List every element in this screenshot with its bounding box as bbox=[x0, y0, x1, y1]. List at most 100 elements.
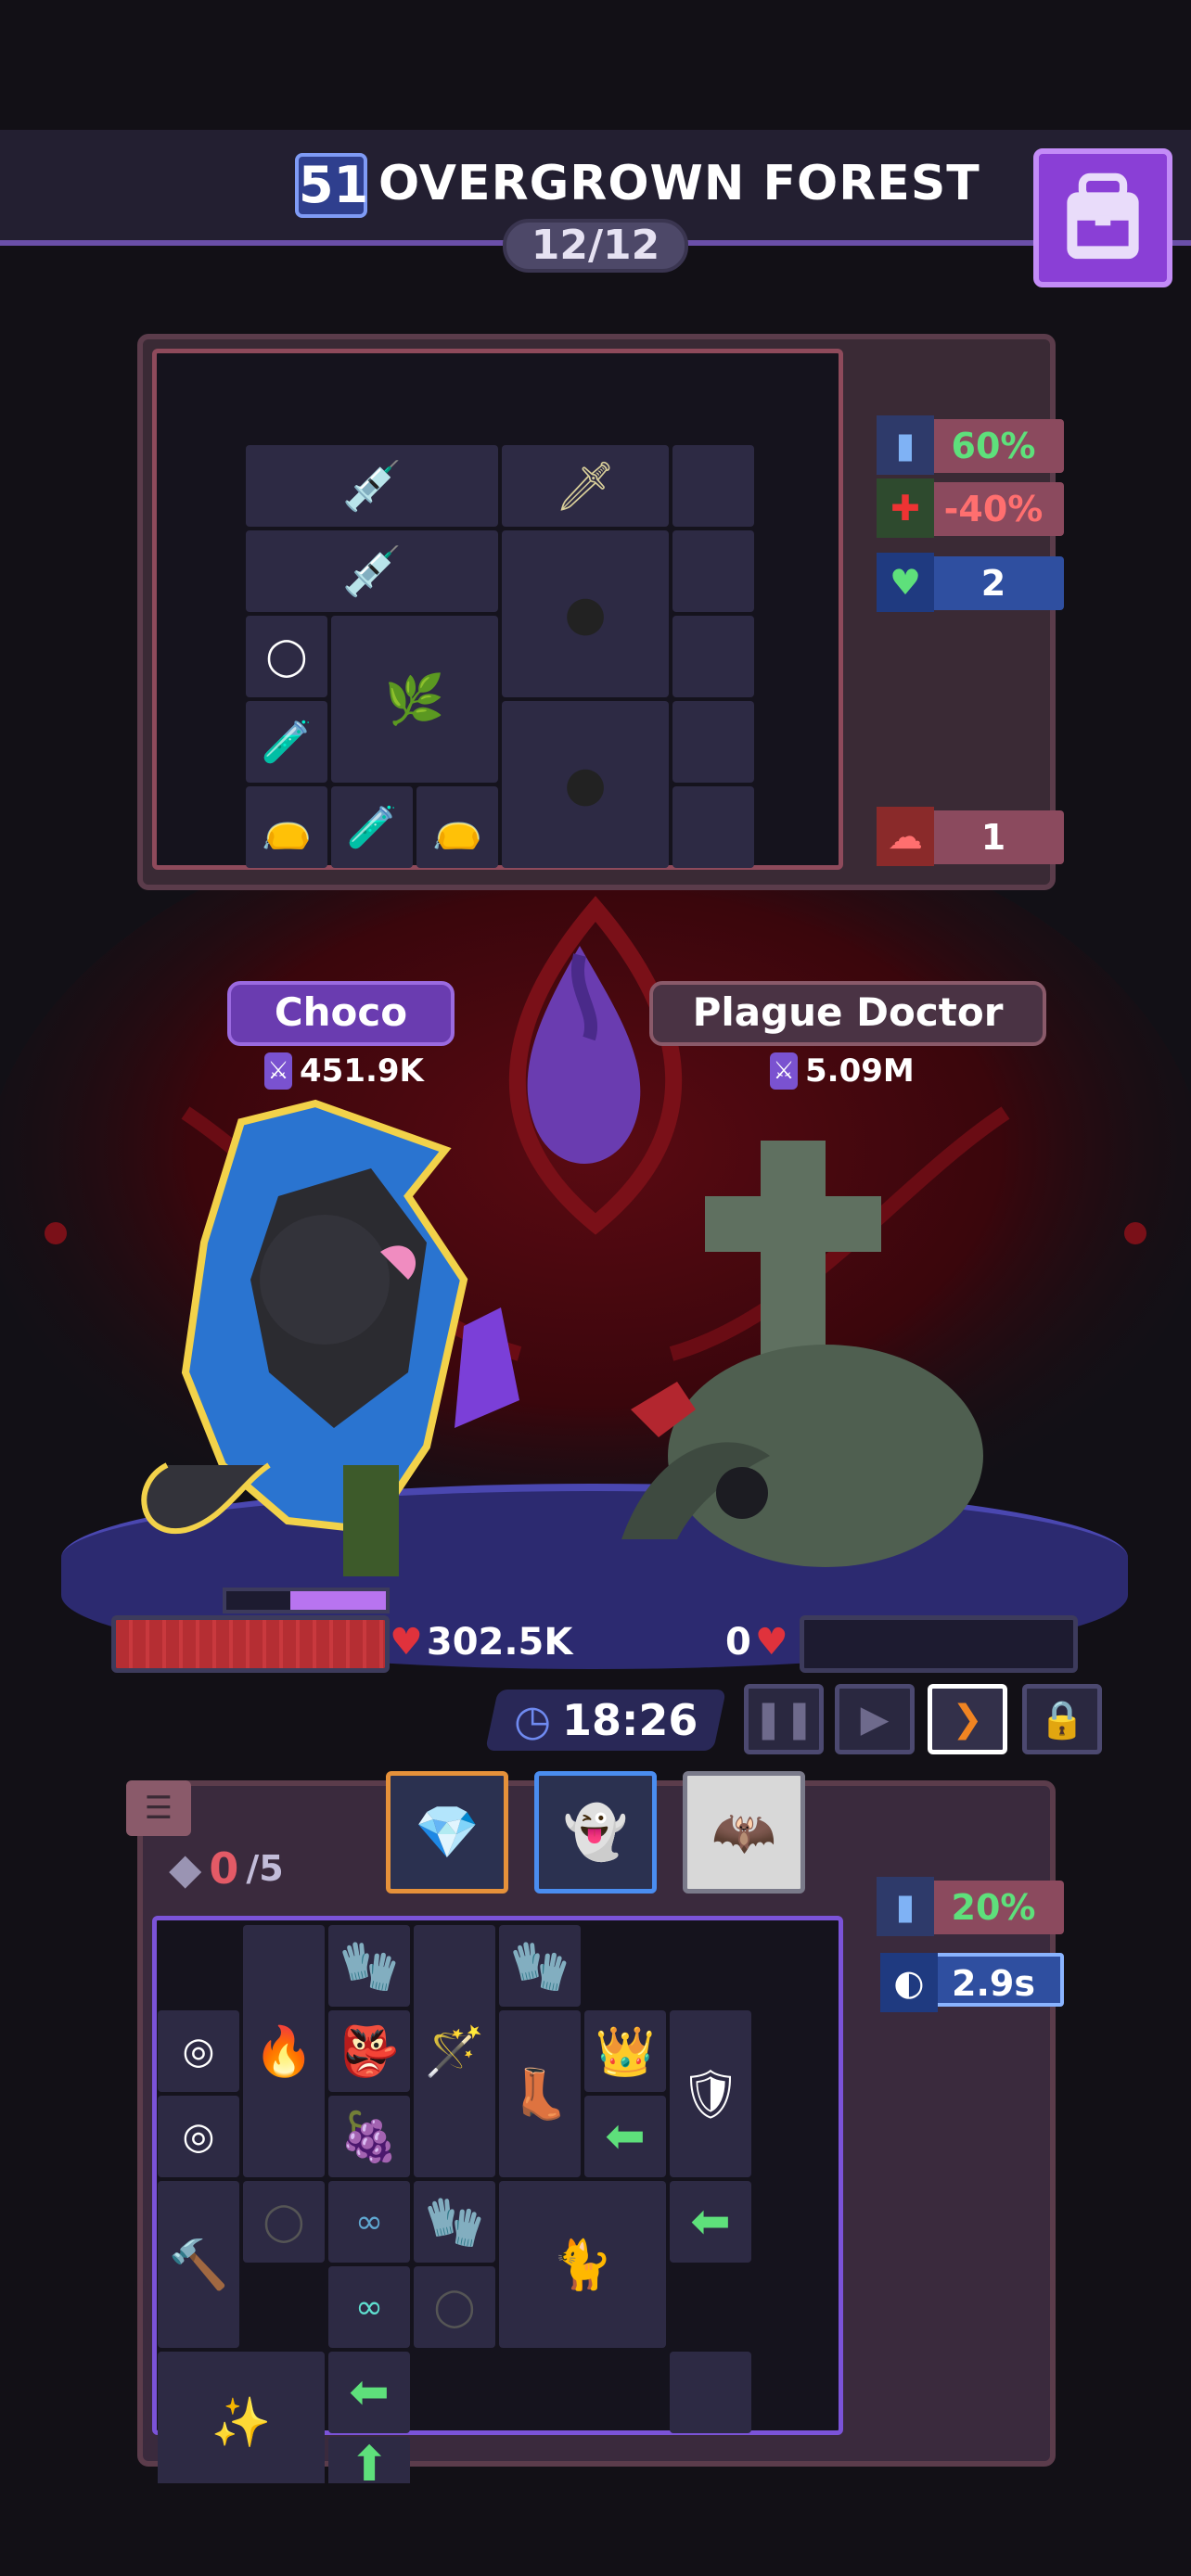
herb-jar-icon: 🌿 bbox=[331, 616, 498, 783]
inventory-slot bbox=[670, 2352, 751, 2433]
play-button[interactable]: ▶ bbox=[835, 1684, 915, 1754]
player-stat-attack-speed: ▮ 20% bbox=[877, 1877, 1064, 1936]
player-cat-wizard bbox=[141, 1099, 519, 1576]
sword-icon: ⚔ bbox=[264, 1052, 292, 1090]
fast-forward-button[interactable]: ❯ bbox=[928, 1684, 1007, 1754]
clock-icon: ◷ bbox=[513, 1695, 551, 1745]
shop-card-bat[interactable]: 🦇 bbox=[683, 1771, 805, 1894]
menu-icon[interactable]: ☰ bbox=[126, 1780, 191, 1836]
arrow-left-icon[interactable]: ⬅ bbox=[670, 2181, 751, 2263]
enemy-stat-rage: ☁ 1 bbox=[877, 807, 1064, 866]
syringe-icon: 💉 bbox=[246, 530, 498, 612]
heart-icon: ♥ bbox=[390, 1621, 423, 1664]
pause-icon: ❚❚ bbox=[752, 1698, 815, 1741]
enemy-stat-attack-speed: ▮ 60% bbox=[877, 415, 1064, 475]
plague-mask-icon: ● bbox=[502, 530, 669, 697]
shop-card-ghost-wizard[interactable]: 👻 bbox=[534, 1771, 657, 1894]
purple-potion-icon[interactable]: 🍇 bbox=[328, 2096, 410, 2177]
boot-icon[interactable]: 👢 bbox=[499, 2010, 581, 2177]
cooldown-icon: ◐ bbox=[880, 1953, 938, 2012]
empty-ring-icon[interactable]: ◯ bbox=[414, 2266, 495, 2348]
eye-amulet-icon[interactable]: ◎ bbox=[158, 2010, 239, 2092]
inventory-slot bbox=[158, 1925, 239, 2007]
player-energy-fill bbox=[289, 1591, 386, 1610]
lock-icon: 🔒 bbox=[1039, 1698, 1085, 1741]
shop-card-gem-dragon[interactable]: 💎 bbox=[386, 1771, 508, 1894]
inventory-slot bbox=[499, 2352, 581, 2433]
staff-icon[interactable]: 🪄 bbox=[414, 1925, 495, 2177]
gem-dragon-icon: 💎 bbox=[415, 1803, 480, 1863]
slot-counter: ◆ 0 /5 bbox=[169, 1843, 284, 1894]
enemy-power: ⚔ 5.09M bbox=[770, 1052, 915, 1090]
inventory-slot bbox=[672, 445, 754, 527]
inventory-slot bbox=[672, 701, 754, 783]
level-badge: 51 bbox=[295, 153, 368, 218]
crystal-shield-icon[interactable]: 🛡 bbox=[670, 2010, 751, 2177]
attack-speed-icon: ▮ bbox=[877, 1877, 934, 1936]
glove-icon[interactable]: 🧤 bbox=[328, 1925, 410, 2007]
inventory-slot bbox=[672, 616, 754, 697]
plague-doctor-tombstone bbox=[621, 1141, 983, 1567]
enemy-stat-shield: ♥ 2 bbox=[877, 553, 1064, 612]
player-hp-text: ♥ 302.5K bbox=[390, 1621, 573, 1664]
player-item-grid: 🔥 🧤 🪄 🧤 ◎ 👺 👢 👑 🛡 ◎ 🍇 ⬅ 🔨 ◯ ∞ 🧤 🐈 ⬅ ∞ ◯ … bbox=[158, 1925, 751, 2493]
ring-icon: ◯ bbox=[246, 616, 327, 697]
stage-title: OVERGROWN FOREST bbox=[378, 156, 980, 211]
player-hp-bar bbox=[111, 1615, 390, 1673]
heal-reduction-icon: ✚ bbox=[877, 478, 934, 538]
inventory-slot bbox=[584, 2352, 666, 2433]
glove-icon[interactable]: 🧤 bbox=[414, 2181, 495, 2263]
ghost-icon: 👻 bbox=[563, 1803, 628, 1863]
dagger-icon: 🗡 bbox=[502, 445, 669, 527]
enemy-nameplate: Plague Doctor bbox=[649, 981, 1046, 1046]
fast-forward-icon: ❯ bbox=[952, 1698, 983, 1741]
sword-icon: ⚔ bbox=[770, 1052, 798, 1090]
lock-button[interactable]: 🔒 bbox=[1022, 1684, 1102, 1754]
inventory-slot bbox=[670, 1925, 751, 2007]
herb-bag-icon: 👝 bbox=[246, 786, 327, 868]
wave-progress: 12/12 bbox=[503, 219, 688, 273]
fire-spirit-icon[interactable]: 🔥 bbox=[243, 1925, 325, 2177]
herb-bag-icon: 👝 bbox=[416, 786, 498, 868]
heart-icon: ♥ bbox=[754, 1621, 788, 1664]
hammer-icon[interactable]: 🔨 bbox=[158, 2181, 239, 2348]
shield-heart-icon: ♥ bbox=[877, 553, 934, 612]
backpack-icon bbox=[1067, 172, 1139, 260]
chain-icon[interactable]: ∞ bbox=[328, 2266, 410, 2348]
potion-bag-icon: 🧪 bbox=[331, 786, 413, 868]
bottom-safe-area bbox=[0, 2483, 1191, 2576]
goblin-icon[interactable]: 👺 bbox=[328, 2010, 410, 2092]
pause-button[interactable]: ❚❚ bbox=[744, 1684, 824, 1754]
player-nameplate: Choco bbox=[227, 981, 455, 1046]
enemy-stat-heal-reduction: ✚ -40% bbox=[877, 478, 1064, 538]
inventory-slot bbox=[414, 2352, 495, 2433]
enemy-hp-text: 0 ♥ bbox=[725, 1621, 788, 1664]
cat-ghost-icon[interactable]: 🐈 bbox=[499, 2181, 666, 2348]
inventory-slot bbox=[584, 1925, 666, 2007]
glove-icon[interactable]: 🧤 bbox=[499, 1925, 581, 2007]
attack-speed-icon: ▮ bbox=[877, 415, 934, 475]
bat-icon: 🦇 bbox=[711, 1803, 776, 1863]
backpack-button[interactable] bbox=[1033, 148, 1172, 287]
inventory-slot bbox=[672, 786, 754, 868]
player-stat-cooldown: ◐ 2.9s bbox=[880, 1953, 1064, 2012]
gem-icon: ◆ bbox=[169, 1843, 202, 1894]
eye-amulet-icon[interactable]: ◎ bbox=[158, 2096, 239, 2177]
magic-wand-icon[interactable]: ✨ bbox=[158, 2352, 325, 2493]
player-hp-fill bbox=[116, 1620, 385, 1668]
syringe-icon: 💉 bbox=[246, 445, 498, 527]
arrow-left-icon[interactable]: ⬅ bbox=[584, 2096, 666, 2177]
enemy-hp-bar bbox=[800, 1615, 1078, 1673]
inventory-slot bbox=[243, 2266, 325, 2348]
chain-icon[interactable]: ∞ bbox=[328, 2181, 410, 2263]
potion-bag-icon: 🧪 bbox=[246, 701, 327, 783]
inventory-slot bbox=[672, 530, 754, 612]
empty-ring-icon[interactable]: ◯ bbox=[243, 2181, 325, 2263]
rage-icon: ☁ bbox=[877, 807, 934, 866]
player-energy-bar bbox=[223, 1588, 390, 1613]
player-power: ⚔ 451.9K bbox=[264, 1052, 424, 1090]
battle-timer: ◷ 18:26 bbox=[484, 1690, 727, 1751]
enemy-item-grid: 💉 🗡 💉 ● ◯ 🌿 🧪 ● 👝 🧪 👝 bbox=[246, 445, 754, 868]
arrow-left-icon[interactable]: ⬅ bbox=[328, 2352, 410, 2433]
crown-icon[interactable]: 👑 bbox=[584, 2010, 666, 2092]
